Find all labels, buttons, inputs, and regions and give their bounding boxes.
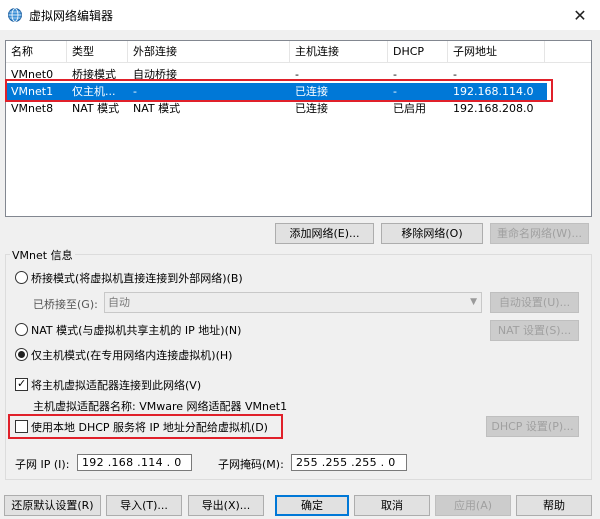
row-cell-dhcp: - xyxy=(393,85,397,98)
column-header-type[interactable]: 类型 xyxy=(67,41,128,63)
subnet-ip-field[interactable]: 192 .168 .114 . 0 xyxy=(77,454,192,471)
row-cell-host: 已连接 xyxy=(295,85,328,98)
column-header-name[interactable]: 名称 xyxy=(6,41,67,63)
row-cell-type: 桥接模式 xyxy=(72,68,116,81)
row-cell-external: 自动桥接 xyxy=(133,68,177,81)
row-cell-name: VMnet8 xyxy=(11,102,54,115)
host-only-radio[interactable] xyxy=(15,348,28,361)
bridged-to-select[interactable]: 自动 ▼ xyxy=(104,292,482,313)
dhcp-checkbox[interactable] xyxy=(15,420,28,433)
row-cell-host: 已连接 xyxy=(295,102,328,115)
cancel-button[interactable]: 取消 xyxy=(354,495,430,516)
nat-settings-button[interactable]: NAT 设置(S)... xyxy=(490,320,579,341)
row-cell-host: - xyxy=(295,68,299,81)
remove-network-button[interactable]: 移除网络(O) xyxy=(381,223,483,244)
column-header-dhcp[interactable]: DHCP xyxy=(388,41,448,63)
row-cell-subnet: 192.168.114.0 xyxy=(453,85,534,98)
bridged-to-value: 自动 xyxy=(108,296,130,309)
ok-button[interactable]: 确定 xyxy=(275,495,349,516)
export-button[interactable]: 导出(X)... xyxy=(188,495,264,516)
help-button[interactable]: 帮助 xyxy=(516,495,592,516)
adapter-name-label: 主机虚拟适配器名称: VMware 网络适配器 VMnet1 xyxy=(33,400,288,413)
row-cell-subnet: 192.168.208.0 xyxy=(453,102,534,115)
column-header-external[interactable]: 外部连接 xyxy=(128,41,290,63)
row-cell-subnet: - xyxy=(453,68,457,81)
table-row[interactable]: VMnet8 NAT 模式 NAT 模式 已连接 已启用 192.168.208… xyxy=(6,100,591,117)
import-button[interactable]: 导入(T)... xyxy=(106,495,182,516)
bridge-mode-radio[interactable] xyxy=(15,271,28,284)
add-network-button[interactable]: 添加网络(E)... xyxy=(275,223,374,244)
row-cell-external: NAT 模式 xyxy=(133,102,181,115)
bridge-mode-label: 桥接模式(将虚拟机直接连接到外部网络)(B) xyxy=(31,272,243,285)
dhcp-settings-button[interactable]: DHCP 设置(P)... xyxy=(486,416,579,437)
bridged-to-label: 已桥接至(G): xyxy=(33,298,98,311)
table-row[interactable]: VMnet0 桥接模式 自动桥接 - - - xyxy=(6,66,591,83)
row-cell-type: 仅主机... xyxy=(72,85,116,98)
row-cell-name: VMnet0 xyxy=(11,68,54,81)
auto-settings-button[interactable]: 自动设置(U)... xyxy=(490,292,579,313)
close-button[interactable]: ✕ xyxy=(560,0,600,30)
subnet-mask-field[interactable]: 255 .255 .255 . 0 xyxy=(291,454,407,471)
network-globe-icon xyxy=(8,8,22,22)
dhcp-label: 使用本地 DHCP 服务将 IP 地址分配给虚拟机(D) xyxy=(31,421,268,434)
connect-adapter-checkbox[interactable]: ✓ xyxy=(15,377,28,391)
column-header-host[interactable]: 主机连接 xyxy=(290,41,388,63)
window-title: 虚拟网络编辑器 xyxy=(29,9,114,23)
table-row-selected[interactable]: VMnet1 仅主机... - 已连接 - 192.168.114.0 xyxy=(6,83,547,100)
nat-mode-label: NAT 模式(与虚拟机共享主机的 IP 地址)(N) xyxy=(31,324,242,337)
network-list[interactable]: 名称 类型 外部连接 主机连接 DHCP 子网地址 VMnet0 桥接模式 自动… xyxy=(5,40,592,217)
nat-mode-radio[interactable] xyxy=(15,323,28,336)
column-header-subnet[interactable]: 子网地址 xyxy=(448,41,545,63)
rename-network-button[interactable]: 重命名网络(W)... xyxy=(490,223,589,244)
list-header: 名称 类型 外部连接 主机连接 DHCP 子网地址 xyxy=(6,41,591,63)
close-icon: ✕ xyxy=(573,5,587,25)
apply-button[interactable]: 应用(A) xyxy=(435,495,511,516)
checkmark-icon: ✓ xyxy=(17,377,27,390)
connect-adapter-label: 将主机虚拟适配器连接到此网络(V) xyxy=(31,379,202,392)
restore-defaults-button[interactable]: 还原默认设置(R) xyxy=(4,495,101,516)
row-cell-external: - xyxy=(133,85,137,98)
host-only-label: 仅主机模式(在专用网络内连接虚拟机)(H) xyxy=(31,349,233,362)
row-cell-dhcp: - xyxy=(393,68,397,81)
subnet-ip-label: 子网 IP (I): xyxy=(15,458,70,471)
vmnet-info-group xyxy=(5,254,592,480)
row-cell-type: NAT 模式 xyxy=(72,102,120,115)
row-cell-dhcp: 已启用 xyxy=(393,102,426,115)
chevron-down-icon: ▼ xyxy=(470,297,477,307)
subnet-mask-label: 子网掩码(M): xyxy=(218,458,284,471)
vmnet-info-legend: VMnet 信息 xyxy=(10,247,75,263)
title-bar: 虚拟网络编辑器 ✕ xyxy=(0,0,600,30)
row-cell-name: VMnet1 xyxy=(11,85,54,98)
